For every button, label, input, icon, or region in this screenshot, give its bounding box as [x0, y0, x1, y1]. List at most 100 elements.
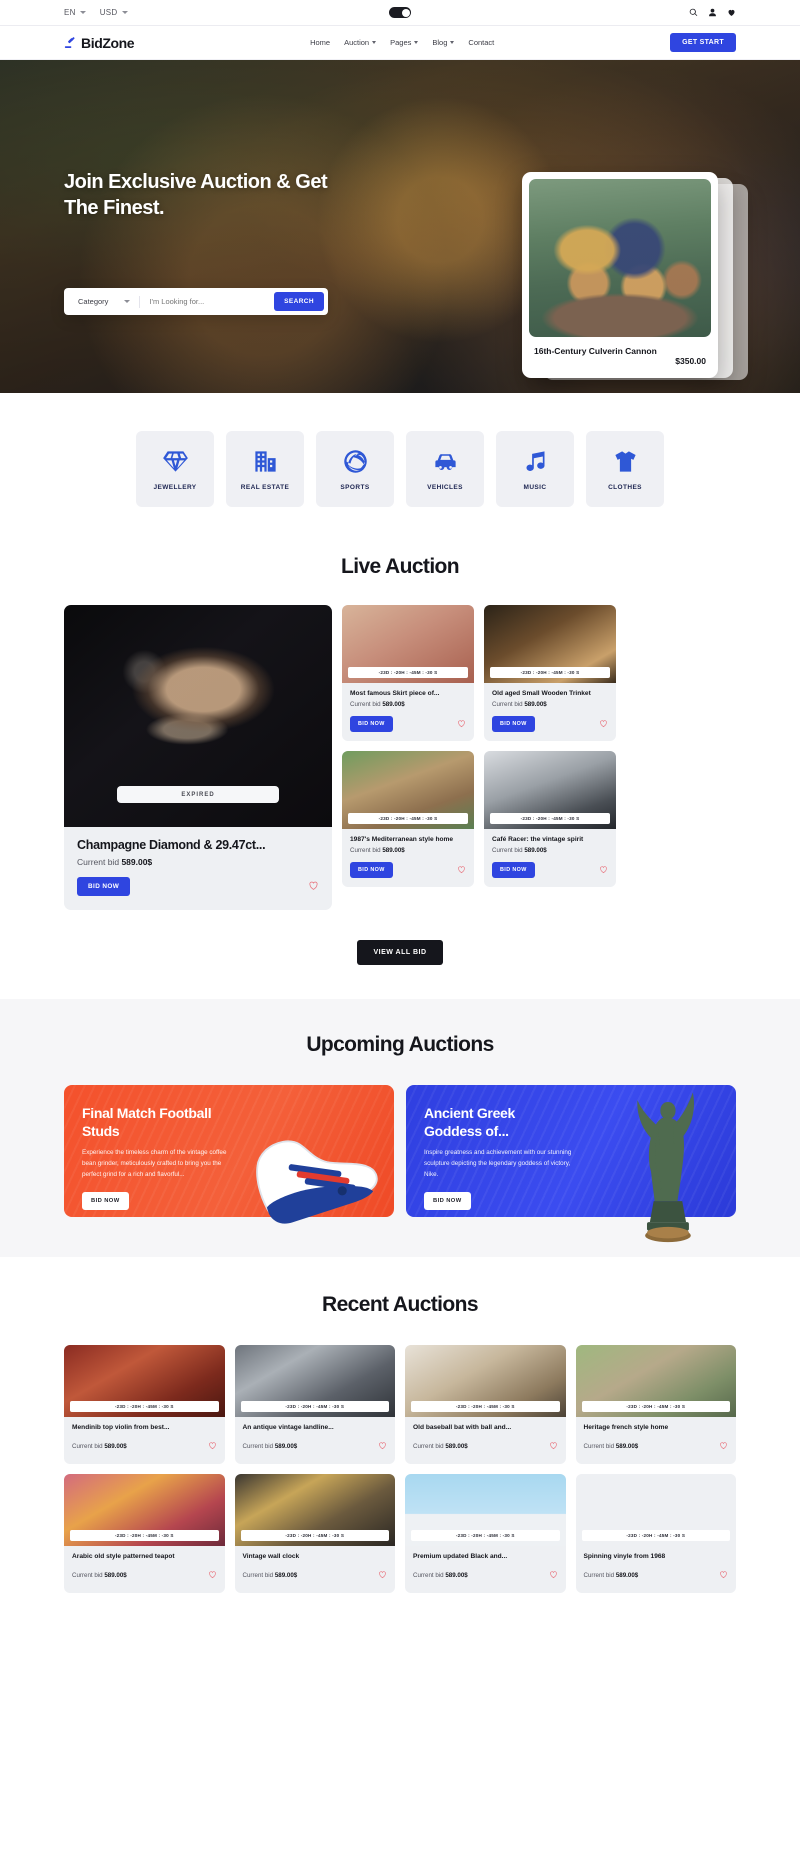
favorite-heart-icon[interactable]	[208, 1437, 217, 1455]
search-button[interactable]: SEARCH	[274, 292, 324, 311]
favorite-heart-icon[interactable]	[599, 715, 608, 733]
auction-card[interactable]: -23D : -20H : -45M : -30 S Heritage fren…	[575, 1345, 736, 1464]
bid-line: Current bid 589.00$	[243, 1572, 298, 1579]
category-dropdown[interactable]: Category	[78, 297, 131, 306]
favorite-heart-icon[interactable]	[719, 1566, 728, 1584]
hero-product-card-stack: 16th-Century Culverin Cannon $350.00	[522, 172, 748, 384]
auction-card[interactable]: -23D : -20H : -45M : -30 S Arabic old st…	[64, 1474, 225, 1593]
language-selector[interactable]: EN	[64, 8, 86, 17]
auction-card[interactable]: -23D : -20H : -45M : -30 S Vintage wall …	[234, 1474, 395, 1593]
auction-card[interactable]: -23D : -20H : -45M : -30 S An antique vi…	[234, 1345, 395, 1464]
countdown-timer: -23D : -20H : -45M : -30 S	[70, 1401, 219, 1412]
search-icon[interactable]	[688, 8, 698, 18]
nav-item-pages[interactable]: Pages	[390, 38, 419, 47]
bid-prefix: Current bid	[350, 701, 381, 708]
favorite-heart-icon[interactable]	[457, 715, 466, 733]
countdown-timer: -23D : -20H : -45M : -30 S	[348, 667, 468, 678]
site-header: BidZone Home Auction Pages Blog Contact …	[0, 26, 800, 60]
hero-product-card[interactable]: 16th-Century Culverin Cannon $350.00	[522, 172, 718, 378]
bid-now-button[interactable]: BID NOW	[424, 1192, 471, 1211]
upcoming-card-greek-goddess[interactable]: Ancient Greek Goddess of... Inspire grea…	[406, 1085, 736, 1243]
category-clothes[interactable]: CLOTHES	[586, 431, 664, 507]
featured-auction-card[interactable]: EXPIRED Champagne Diamond & 29.47ct... C…	[64, 605, 332, 910]
category-vehicles[interactable]: VEHICLES	[406, 431, 484, 507]
auction-card[interactable]: -23D : -20H : -45M : -30 S Most famous S…	[342, 605, 474, 741]
category-music[interactable]: MUSIC	[496, 431, 574, 507]
auction-card[interactable]: -23D : -20H : -45M : -30 S Old aged Smal…	[484, 605, 616, 741]
favorite-heart-icon[interactable]	[378, 1437, 387, 1455]
auction-card[interactable]: -23D : -20H : -45M : -30 S Spinning viny…	[575, 1474, 736, 1593]
search-input[interactable]	[149, 297, 275, 306]
get-start-button[interactable]: GET START	[670, 33, 736, 52]
music-note-icon	[526, 450, 544, 471]
auction-card[interactable]: -23D : -20H : -45M : -30 S Old baseball …	[405, 1345, 566, 1464]
topbar-icons	[688, 8, 736, 18]
category-real-estate[interactable]: REAL ESTATE	[226, 431, 304, 507]
bid-amount: 589.00$	[445, 1442, 468, 1450]
bid-now-button[interactable]: BID NOW	[82, 1192, 129, 1211]
view-all-bid-button[interactable]: VIEW ALL BID	[357, 940, 443, 965]
bid-amount: 589.00$	[104, 1571, 127, 1579]
bid-now-button[interactable]: BID NOW	[350, 862, 393, 878]
nike-statue-illustration	[637, 1092, 695, 1243]
category-jewellery[interactable]: JEWELLERY	[136, 431, 214, 507]
currency-selector[interactable]: USD	[100, 8, 128, 17]
nav-item-contact[interactable]: Contact	[468, 38, 494, 47]
bid-line: Current bid 589.00$	[350, 701, 466, 708]
favorite-heart-icon[interactable]	[719, 1437, 728, 1455]
dark-mode-toggle[interactable]	[389, 7, 411, 18]
auction-card[interactable]: -23D : -20H : -45M : -30 S Mendinib top …	[64, 1345, 225, 1464]
product-name: Spinning vinyle from 1968	[583, 1553, 666, 1560]
bid-prefix: Current bid	[413, 1442, 444, 1450]
divider	[139, 295, 141, 308]
nav-item-blog[interactable]: Blog	[432, 38, 455, 47]
heart-icon[interactable]	[726, 8, 736, 18]
brand-logo[interactable]: BidZone	[64, 34, 135, 51]
product-image-wall-clock: -23D : -20H : -45M : -30 S	[234, 1474, 395, 1546]
hero-product-price: $350.00	[675, 356, 706, 367]
bid-now-button[interactable]: BID NOW	[492, 862, 535, 878]
countdown-timer: -23D : -20H : -45M : -30 S	[581, 1401, 730, 1412]
product-name: An antique vintage landline...	[242, 1424, 334, 1431]
favorite-heart-icon[interactable]	[308, 878, 319, 896]
auction-card[interactable]: -23D : -20H : -45M : -30 S Café Racer: t…	[484, 751, 616, 887]
favorite-heart-icon[interactable]	[208, 1566, 217, 1584]
bid-amount: 589.00$	[382, 847, 405, 854]
bid-now-button[interactable]: BID NOW	[350, 716, 393, 732]
bid-amount: 589.00$	[615, 1571, 639, 1579]
hero-search-bar: Category SEARCH	[64, 288, 328, 315]
language-value: EN	[64, 8, 76, 17]
auction-card[interactable]: -23D : -20H : -45M : -30 S 1987's Medite…	[342, 751, 474, 887]
favorite-heart-icon[interactable]	[599, 861, 608, 879]
bid-amount: 589.00$	[615, 1442, 639, 1450]
bid-prefix: Current bid	[72, 1571, 103, 1579]
chevron-down-icon	[372, 41, 377, 44]
product-image-teapot: -23D : -20H : -45M : -30 S	[64, 1474, 225, 1546]
bid-prefix: Current bid	[242, 1442, 274, 1450]
favorite-heart-icon[interactable]	[549, 1437, 558, 1455]
bid-line: Current bid 589.00$	[413, 1572, 468, 1579]
category-sports[interactable]: SPORTS	[316, 431, 394, 507]
bid-amount: 589.00$	[382, 701, 405, 708]
recent-auctions-grid: -23D : -20H : -45M : -30 S Mendinib top …	[64, 1345, 736, 1593]
upcoming-card-football-studs[interactable]: Final Match Football Studs Experience th…	[64, 1085, 394, 1224]
bid-prefix: Current bid	[242, 1571, 274, 1579]
favorite-heart-icon[interactable]	[549, 1566, 558, 1584]
car-icon	[434, 453, 456, 470]
auction-card[interactable]: -23D : -20H : -45M : -30 S Premium updat…	[405, 1474, 566, 1593]
countdown-timer: -23D : -20H : -45M : -30 S	[240, 1401, 389, 1412]
bid-line: Current bid 589.00$	[72, 1572, 127, 1579]
nav-item-auction[interactable]: Auction	[344, 38, 377, 47]
section-title-upcoming: Upcoming Auctions	[306, 1033, 494, 1056]
nav-item-home[interactable]: Home	[310, 38, 330, 47]
favorite-heart-icon[interactable]	[378, 1566, 387, 1584]
brand-name: BidZone	[81, 34, 135, 51]
favorite-heart-icon[interactable]	[457, 861, 466, 879]
user-icon[interactable]	[707, 8, 717, 18]
live-auction-row-2: -23D : -20H : -45M : -30 S 1987's Medite…	[342, 751, 616, 887]
product-image-landline: -23D : -20H : -45M : -30 S	[234, 1345, 395, 1417]
product-name: Old aged Small Wooden Trinket	[492, 690, 591, 697]
bid-now-button[interactable]: BID NOW	[492, 716, 535, 732]
upcoming-auctions-section: Upcoming Auctions Final Match Football S…	[0, 999, 800, 1257]
bid-now-button[interactable]: BID NOW	[77, 877, 131, 896]
